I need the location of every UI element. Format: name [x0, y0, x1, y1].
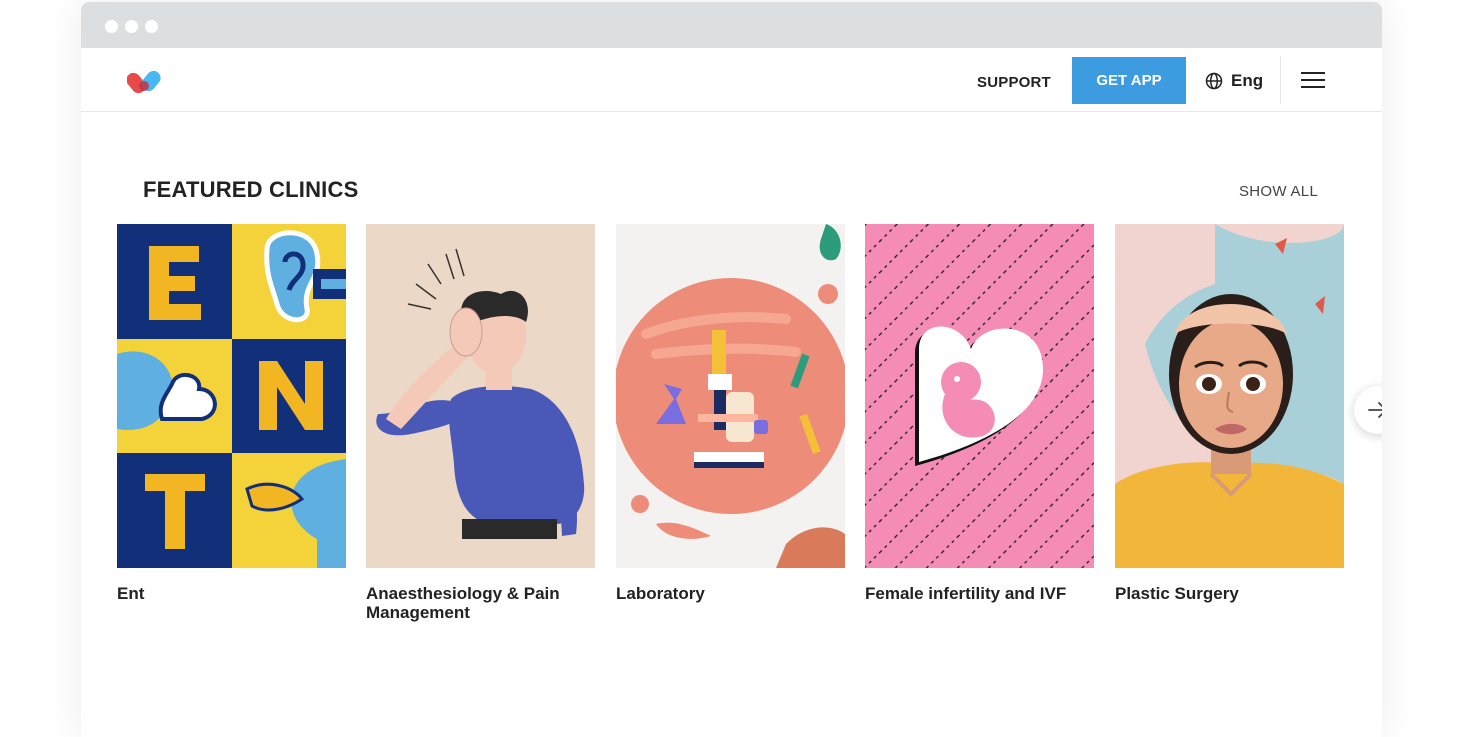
show-all-link[interactable]: SHOW ALL — [1239, 183, 1318, 200]
hamburger-menu-icon[interactable] — [1301, 72, 1325, 90]
clinic-name: Ent — [117, 584, 145, 603]
clinic-card[interactable]: Ent — [117, 224, 346, 603]
globe-icon — [1205, 72, 1223, 90]
language-label: Eng — [1231, 71, 1264, 90]
get-app-button[interactable]: GET APP — [1072, 57, 1186, 104]
window-dot — [145, 20, 158, 33]
clinics-carousel: Ent Anaesthesiology & Pain Management La… — [117, 224, 1382, 644]
headache-man-illustration — [366, 224, 595, 568]
nav-divider — [1280, 56, 1281, 104]
woman-portrait-illustration — [1115, 224, 1344, 568]
microscope-illustration — [616, 224, 845, 568]
clinic-name: Female infertility and IVF — [865, 584, 1067, 603]
clinic-name: Anaesthesiology & Pain Management — [366, 584, 560, 622]
clinic-name: Plastic Surgery — [1115, 584, 1239, 603]
ent-illustration — [117, 224, 346, 568]
language-selector[interactable]: Eng — [1205, 69, 1263, 93]
clinic-card[interactable]: Plastic Surgery — [1115, 224, 1344, 603]
carousel-next-button[interactable] — [1354, 386, 1382, 434]
featured-clinics-title: FEATURED CLINICS — [143, 177, 359, 202]
clinic-card[interactable]: Anaesthesiology & Pain Management — [366, 224, 595, 622]
heart-pill-logo[interactable] — [126, 68, 165, 96]
browser-chrome — [81, 2, 1382, 48]
support-link[interactable]: SUPPORT — [977, 74, 1051, 91]
browser-window: SUPPORT GET APP Eng FEATURED CLINICS SHO… — [81, 2, 1382, 737]
embryo-heart-illustration — [865, 224, 1094, 568]
window-dot — [125, 20, 138, 33]
clinic-card[interactable]: Laboratory — [616, 224, 845, 603]
top-navbar: SUPPORT GET APP Eng — [81, 48, 1382, 112]
clinic-name: Laboratory — [616, 584, 705, 603]
window-dot — [105, 20, 118, 33]
clinic-card[interactable]: Female infertility and IVF — [865, 224, 1094, 603]
arrow-right-icon — [1368, 402, 1382, 418]
